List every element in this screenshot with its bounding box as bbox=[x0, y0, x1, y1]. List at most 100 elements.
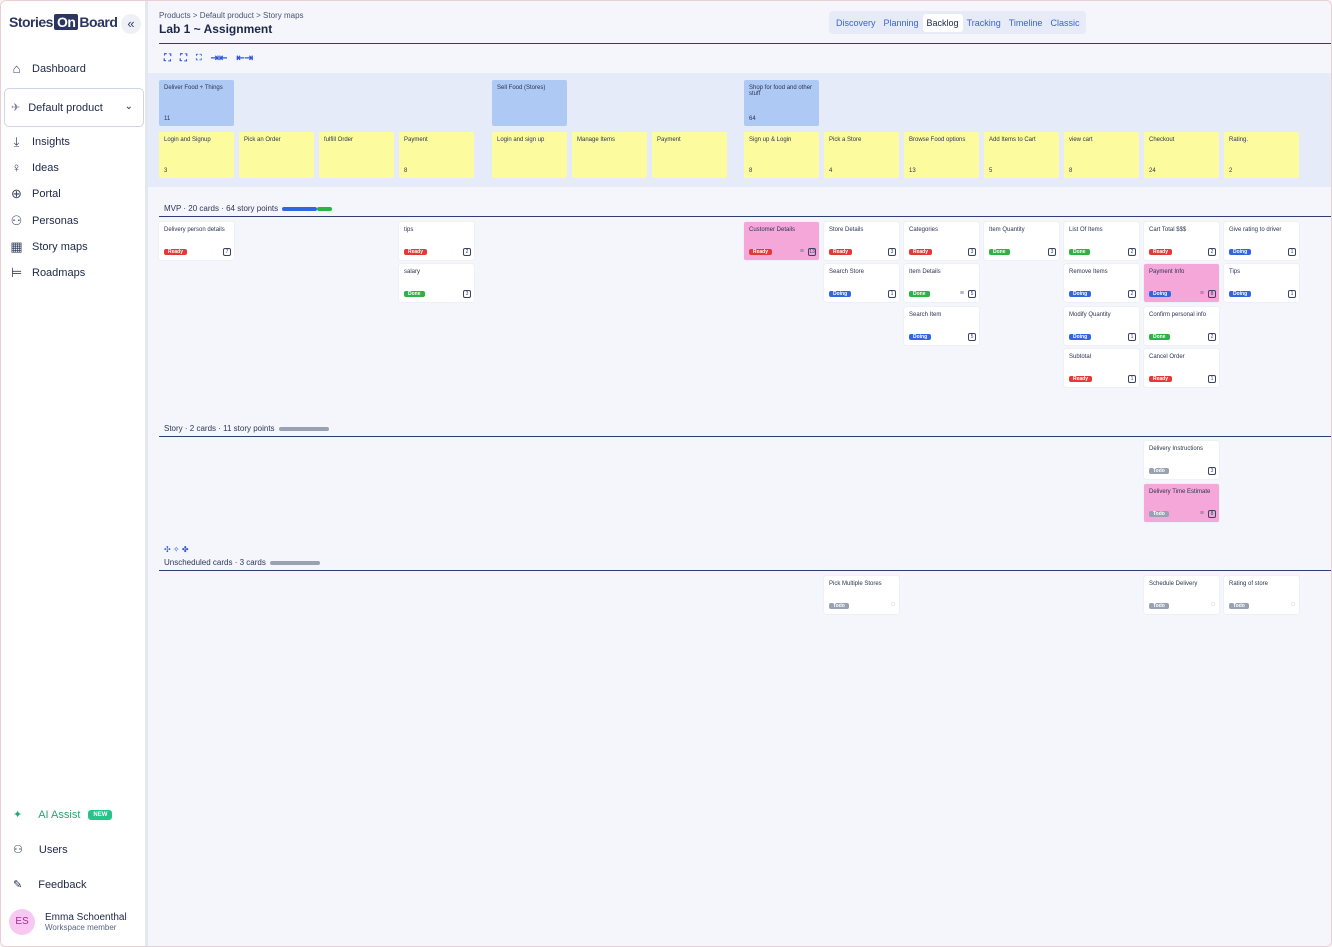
story-card[interactable]: Give rating to driver Doing 1 bbox=[1224, 222, 1299, 260]
story-card[interactable]: Cancel Order Ready 1 bbox=[1144, 349, 1219, 387]
sidebar-item-dashboard[interactable]: ⌂ Dashboard bbox=[9, 61, 86, 76]
status-badge[interactable]: Todo bbox=[829, 603, 849, 609]
collapse-sidebar-icon[interactable]: « bbox=[121, 14, 141, 34]
story-card[interactable]: Delivery Instructions Todo 3 bbox=[1144, 441, 1219, 479]
status-badge[interactable]: Ready bbox=[749, 249, 773, 255]
tab-backlog[interactable]: Backlog bbox=[922, 13, 963, 32]
status-badge[interactable]: Doing bbox=[829, 291, 852, 297]
sidebar-item-story-maps[interactable]: ▦ Story maps bbox=[9, 239, 87, 254]
app-logo[interactable]: Stories On Board bbox=[9, 14, 118, 30]
task-card[interactable]: Checkout 24 bbox=[1144, 132, 1219, 178]
status-badge[interactable]: Todo bbox=[1149, 468, 1169, 474]
sidebar-item-insights[interactable]: ⤓ Insights bbox=[9, 134, 70, 149]
activity-card[interactable]: Sell Food (Stores) bbox=[492, 80, 567, 126]
status-badge[interactable]: Done bbox=[1149, 334, 1170, 340]
tab-classic[interactable]: Classic bbox=[1046, 14, 1083, 32]
story-card[interactable]: tips Ready 2 bbox=[399, 222, 474, 260]
status-badge[interactable]: Doing bbox=[909, 334, 932, 340]
status-badge[interactable]: Todo bbox=[1149, 511, 1169, 517]
collapse-icon[interactable]: ⛶ bbox=[196, 53, 202, 64]
status-badge[interactable]: Doing bbox=[1149, 291, 1172, 297]
status-badge[interactable]: Ready bbox=[1149, 376, 1173, 382]
story-card[interactable]: List Of Items Done 2 bbox=[1064, 222, 1139, 260]
task-card[interactable]: Login and Signup 3 bbox=[159, 132, 234, 178]
story-card[interactable]: Search Store Doing 1 bbox=[824, 264, 899, 302]
story-card[interactable]: Subtotal Ready 1 bbox=[1064, 349, 1139, 387]
shrink-columns-icon[interactable]: ⇥⇤ bbox=[211, 53, 228, 64]
release-unscheduled[interactable]: Unscheduled cards · 3 cards bbox=[164, 558, 320, 567]
story-card[interactable]: Item Details Done ≡ 5 bbox=[904, 264, 979, 302]
clock-icon: ◌ bbox=[1290, 601, 1295, 609]
sidebar-item-users[interactable]: ⚇ Users bbox=[13, 843, 68, 857]
story-card[interactable]: Rating of store Todo ◌ bbox=[1224, 576, 1299, 614]
task-card[interactable]: Add Items to Cart 5 bbox=[984, 132, 1059, 178]
story-card[interactable]: Delivery person details Ready 7 bbox=[159, 222, 234, 260]
story-card[interactable]: Search Item Doing 5 bbox=[904, 307, 979, 345]
story-card[interactable]: Delivery Time Estimate Todo ≡ 8 bbox=[1144, 484, 1219, 522]
story-card[interactable]: Cart Total $$$ Ready 2 bbox=[1144, 222, 1219, 260]
story-card[interactable]: Confirm personal info Done 2 bbox=[1144, 307, 1219, 345]
story-card[interactable]: Payment Info Doing ≡ 8 bbox=[1144, 264, 1219, 302]
story-card[interactable]: Remove Items Doing 2 bbox=[1064, 264, 1139, 302]
story-card[interactable]: Categories Ready 3 bbox=[904, 222, 979, 260]
status-badge[interactable]: Ready bbox=[1069, 376, 1093, 382]
status-badge[interactable]: Doing bbox=[1229, 249, 1252, 255]
status-badge[interactable]: Doing bbox=[1229, 291, 1252, 297]
status-badge[interactable]: Ready bbox=[1149, 249, 1173, 255]
sidebar-item-roadmaps[interactable]: ⊨ Roadmaps bbox=[9, 265, 85, 280]
status-badge[interactable]: Todo bbox=[1229, 603, 1249, 609]
story-card[interactable]: salary Done 3 bbox=[399, 264, 474, 302]
status-badge[interactable]: Done bbox=[909, 291, 930, 297]
story-card[interactable]: Customer Details Ready ≡ 13 bbox=[744, 222, 819, 260]
task-card[interactable]: Login and sign up bbox=[492, 132, 567, 178]
tab-planning[interactable]: Planning bbox=[880, 14, 923, 32]
sidebar-item-personas[interactable]: ⚇ Personas bbox=[9, 213, 79, 228]
expand-all-icon[interactable]: ⛶ bbox=[164, 53, 171, 64]
task-card[interactable]: Payment bbox=[652, 132, 727, 178]
story-card[interactable]: Tips Doing 1 bbox=[1224, 264, 1299, 302]
sidebar-item-ideas[interactable]: ♀ Ideas bbox=[9, 160, 59, 175]
task-card[interactable]: Manage Items bbox=[572, 132, 647, 178]
status-badge[interactable]: Ready bbox=[404, 249, 428, 255]
task-card[interactable]: view cart 8 bbox=[1064, 132, 1139, 178]
status-badge[interactable]: Ready bbox=[164, 249, 188, 255]
tab-tracking[interactable]: Tracking bbox=[963, 14, 1005, 32]
task-card[interactable]: fulfill Order bbox=[319, 132, 394, 178]
task-card[interactable]: Pick a Store 4 bbox=[824, 132, 899, 178]
expand-columns-icon[interactable]: ⇤⇥ bbox=[236, 53, 253, 64]
breadcrumb[interactable]: Products > Default product > Story maps bbox=[159, 11, 304, 20]
status-badge[interactable]: Ready bbox=[829, 249, 853, 255]
status-badge[interactable]: Done bbox=[1069, 249, 1090, 255]
story-card[interactable]: Schedule Delivery Todo ◌ bbox=[1144, 576, 1219, 614]
status-badge[interactable]: Doing bbox=[1069, 334, 1092, 340]
unscheduled-tools[interactable]: ✣ ✧ ✤ bbox=[164, 545, 189, 554]
tab-discovery[interactable]: Discovery bbox=[832, 14, 880, 32]
status-badge[interactable]: Todo bbox=[1149, 603, 1169, 609]
task-card[interactable]: Pick an Order bbox=[239, 132, 314, 178]
sidebar-item-feedback[interactable]: ✎ Feedback bbox=[13, 878, 87, 892]
estimate-badge: 1 bbox=[1288, 290, 1296, 298]
ai-assist-button[interactable]: ✦ AI Assist NEW bbox=[13, 808, 113, 821]
story-card[interactable]: Store Details Ready 3 bbox=[824, 222, 899, 260]
release-mvp[interactable]: MVP · 20 cards · 64 story points bbox=[164, 204, 333, 213]
status-badge[interactable]: Done bbox=[989, 249, 1010, 255]
story-card[interactable]: Pick Multiple Stores Todo ◌ bbox=[824, 576, 899, 614]
status-badge[interactable]: Doing bbox=[1069, 291, 1092, 297]
story-card[interactable]: Modify Quantity Doing 1 bbox=[1064, 307, 1139, 345]
task-card[interactable]: Rating. 2 bbox=[1224, 132, 1299, 178]
expand-icon[interactable]: ⛶ bbox=[180, 53, 187, 64]
activity-card[interactable]: Deliver Food + Things 11 bbox=[159, 80, 234, 126]
status-badge[interactable]: Ready bbox=[909, 249, 933, 255]
user-profile[interactable]: ES Emma Schoenthal Workspace member bbox=[9, 909, 127, 935]
task-card[interactable]: Browse Food options 13 bbox=[904, 132, 979, 178]
story-card[interactable]: Item Quantity Done 3 bbox=[984, 222, 1059, 260]
card-count: 2 bbox=[1229, 168, 1233, 174]
release-story[interactable]: Story · 2 cards · 11 story points bbox=[164, 424, 329, 433]
task-card[interactable]: Payment 8 bbox=[399, 132, 474, 178]
tab-timeline[interactable]: Timeline bbox=[1005, 14, 1047, 32]
activity-card[interactable]: Shop for food and other stuff 64 bbox=[744, 80, 819, 126]
product-selector[interactable]: ✈ Default product ⌄ bbox=[4, 88, 144, 127]
task-card[interactable]: Sign up & Login 8 bbox=[744, 132, 819, 178]
sidebar-item-portal[interactable]: ⊕ Portal bbox=[9, 186, 61, 201]
status-badge[interactable]: Done bbox=[404, 291, 425, 297]
